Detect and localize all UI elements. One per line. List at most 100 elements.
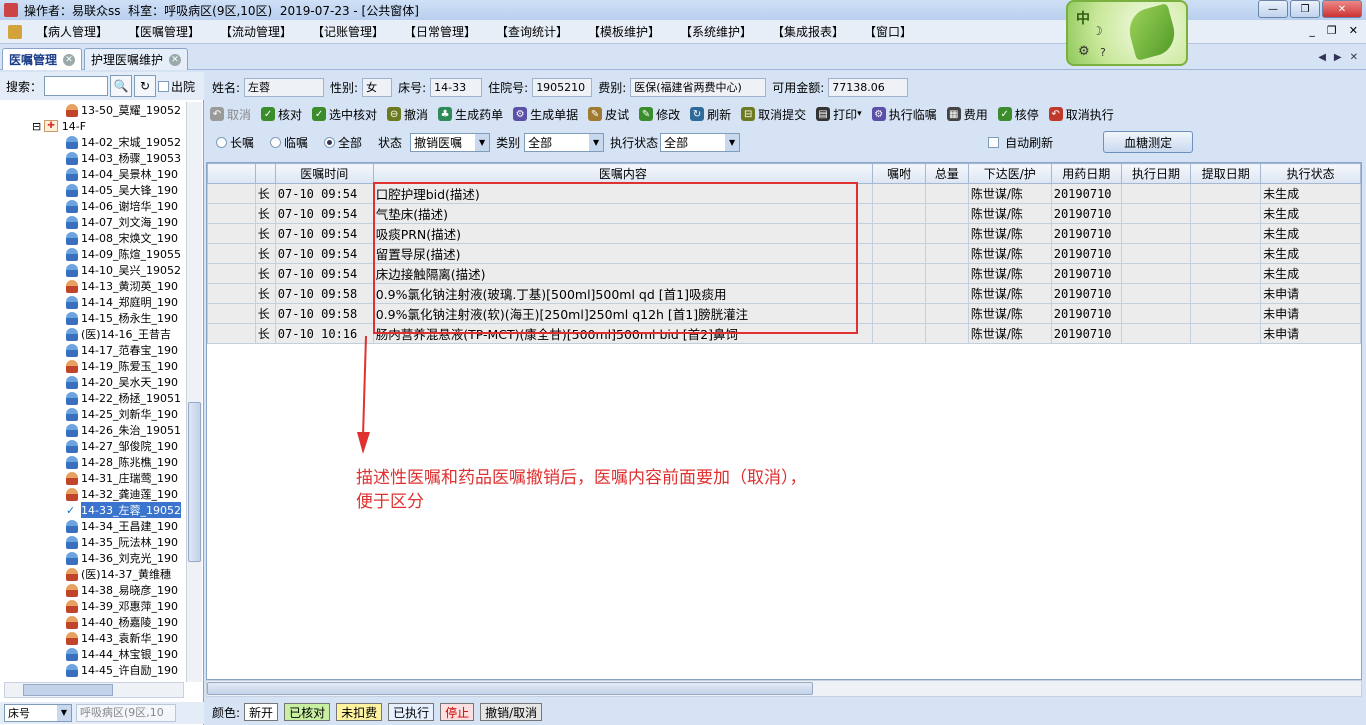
tree-vertical-scrollbar[interactable]	[186, 102, 202, 682]
table-row[interactable]: 长 07-10 09:54 留置导尿(描述) 陈世谋/陈 20190710 未生成	[207, 243, 1361, 264]
toolbar-button[interactable]: ♣ 生成药单	[438, 106, 503, 123]
bed-sort-select[interactable]: 床号 ▼	[4, 704, 72, 722]
patient-node[interactable]: 14-06_谢培华_190	[66, 198, 178, 214]
chevron-down-icon[interactable]: ▼	[725, 133, 740, 151]
patient-node[interactable]: 14-36_刘克光_190	[66, 550, 178, 566]
all-radio[interactable]	[324, 136, 336, 148]
tab-close-icon[interactable]: ✕	[1350, 52, 1358, 63]
patient-node[interactable]: 14-34_王昌建_190	[66, 518, 178, 534]
toolbar-button[interactable]: ↻ 刷新	[690, 106, 731, 123]
table-row[interactable]: 长 07-10 09:54 吸痰PRN(描述) 陈世谋/陈 20190710 未生成	[207, 223, 1361, 244]
patient-node[interactable]: 14-44_林宝银_190	[66, 646, 178, 662]
table-row[interactable]: 长 07-10 09:54 床边接触隔离(描述) 陈世谋/陈 20190710 未生成	[207, 263, 1361, 284]
table-row[interactable]: 长 07-10 10:16 肠内营养混悬液(TP-MCT)(康全甘)[500ml]5…	[207, 323, 1361, 344]
row-selector[interactable]	[207, 243, 256, 264]
patient-node[interactable]: 14-26_朱治_19051	[66, 422, 181, 438]
status-select[interactable]: 撤销医嘱 ▼	[410, 132, 491, 152]
close-icon[interactable]: ✕	[169, 53, 182, 66]
mdi-close-button[interactable]: ✕	[1349, 24, 1358, 37]
toolbar-button[interactable]: ⚙ 生成单据	[513, 106, 578, 123]
patient-node[interactable]: 14-02_宋城_19052	[66, 134, 181, 150]
patient-node[interactable]: 14-07_刘文海_190	[66, 214, 178, 230]
close-button[interactable]: ✕	[1322, 0, 1362, 18]
column-header[interactable]: 提取日期	[1190, 163, 1262, 184]
patient-node[interactable]: ✓ 14-33_左蓉_19052	[66, 502, 181, 518]
mdi-minimize-button[interactable]: _	[1309, 24, 1315, 37]
toolbar-button[interactable]: ↶ 取消执行	[1048, 106, 1114, 123]
chevron-down-icon[interactable]: ▼	[57, 705, 71, 721]
patient-node[interactable]: 14-35_阮法林_190	[66, 534, 178, 550]
toolbar-button[interactable]: ↶ 取消	[210, 106, 251, 123]
toolbar-button[interactable]: ✎ 皮试	[588, 106, 629, 123]
long-term-radio[interactable]	[216, 136, 227, 148]
patient-node[interactable]: 14-08_宋焕文_190	[66, 230, 178, 246]
patient-node[interactable]: 14-38_易晓彦_190	[66, 582, 178, 598]
patient-node[interactable]: 14-15_杨永生_190	[66, 310, 178, 326]
menu-window[interactable]: 【窗口】	[864, 23, 956, 40]
tab-prev-icon[interactable]: ◀	[1318, 52, 1326, 63]
toolbar-button[interactable]: ⚙ 执行临嘱	[871, 106, 937, 123]
toolbar-button[interactable]: ▤ 打印 ▾	[816, 106, 862, 123]
tree-horizontal-scrollbar[interactable]	[4, 682, 184, 698]
auto-refresh-checkbox[interactable]	[988, 136, 1000, 148]
patient-node[interactable]: 14-43_袁新华_190	[66, 630, 178, 646]
column-header[interactable]	[207, 163, 256, 184]
patient-node[interactable]: 14-05_吴大锋_190	[66, 182, 178, 198]
menu-template[interactable]: 【模板维护】	[588, 23, 680, 40]
patient-node[interactable]: (医)14-37_黄维穗	[66, 566, 171, 582]
table-row[interactable]: 长 07-10 09:54 口腔护理bid(描述) 陈世谋/陈 20190710 未生成	[207, 183, 1361, 204]
menu-reports[interactable]: 【集成报表】	[772, 23, 864, 40]
table-row[interactable]: 长 07-10 09:58 0.9%氯化钠注射液(玻璃.丁基)[500ml]500m…	[207, 283, 1361, 304]
scrollbar-thumb[interactable]	[188, 402, 201, 562]
table-row[interactable]: 长 07-10 09:54 气垫床(描述) 陈世谋/陈 20190710 未生成	[207, 203, 1361, 224]
row-selector[interactable]	[207, 323, 256, 344]
refresh-icon[interactable]: ↻	[134, 75, 157, 97]
patient-node[interactable]: 14-25_刘新华_190	[66, 406, 178, 422]
row-selector[interactable]	[207, 183, 256, 204]
chevron-down-icon[interactable]: ▼	[475, 133, 490, 151]
patient-node[interactable]: 13-50_莫耀_19052	[66, 102, 181, 118]
chevron-down-icon[interactable]: ▾	[857, 109, 862, 119]
column-header[interactable]: 嘱咐	[872, 163, 926, 184]
tab-nursing-orders[interactable]: 护理医嘱维护 ✕	[84, 48, 189, 70]
table-row[interactable]: 长 07-10 09:58 0.9%氯化钠注射液(软)(海王)[250ml]250m…	[207, 303, 1361, 324]
toolbar-button[interactable]: ✎ 修改	[639, 106, 680, 123]
patient-node[interactable]: 14-39_邓惠萍_190	[66, 598, 178, 614]
moon-icon[interactable]: ☽	[1092, 24, 1103, 38]
scrollbar-thumb[interactable]	[23, 684, 113, 696]
patient-node[interactable]: 14-03_杨骤_19053	[66, 150, 181, 166]
patient-node[interactable]: 14-22_杨拯_19051	[66, 390, 181, 406]
discharged-checkbox[interactable]	[158, 80, 170, 92]
patient-node[interactable]: 14-32_龚迪莲_190	[66, 486, 178, 502]
input-method-widget[interactable]: 中 ☽ ⚙ ?	[1066, 0, 1188, 66]
tree-group[interactable]: ⊟ ✚ 14-F	[32, 118, 86, 134]
type-select[interactable]: 全部 ▼	[524, 132, 605, 152]
patient-node[interactable]: 14-14_郑庭明_190	[66, 294, 178, 310]
patient-node[interactable]: 14-09_陈煊_19055	[66, 246, 181, 262]
row-selector[interactable]	[207, 263, 256, 284]
patient-node[interactable]: (医)14-16_王昔吉	[66, 326, 171, 342]
column-header[interactable]: 执行状态	[1260, 163, 1361, 184]
menu-app-icon[interactable]	[8, 24, 22, 39]
collapse-icon[interactable]: ⊟	[32, 120, 41, 133]
search-icon[interactable]: 🔍	[110, 75, 133, 97]
menu-billing[interactable]: 【记账管理】	[312, 23, 404, 40]
row-selector[interactable]	[207, 283, 256, 304]
patient-node[interactable]: 14-40_杨嘉陵_190	[66, 614, 178, 630]
patient-node[interactable]: 14-17_范春宝_190	[66, 342, 178, 358]
toolbar-button[interactable]: ⊟ 取消提交	[741, 106, 806, 123]
temporary-radio[interactable]	[270, 136, 282, 148]
column-header[interactable]: 医嘱时间	[274, 163, 374, 184]
patient-node[interactable]: 14-04_吴景林_190	[66, 166, 178, 182]
ward-select[interactable]: 呼吸病区(9区,10	[76, 704, 176, 722]
scrollbar-thumb[interactable]	[207, 682, 813, 695]
menu-flow[interactable]: 【流动管理】	[220, 23, 312, 40]
patient-node[interactable]: 14-20_吴水天_190	[66, 374, 178, 390]
chevron-down-icon[interactable]: ▼	[589, 133, 604, 151]
blood-glucose-button[interactable]: 血糖测定	[1103, 131, 1194, 153]
row-selector[interactable]	[207, 223, 256, 244]
menu-orders[interactable]: 【医嘱管理】	[128, 23, 220, 40]
help-icon[interactable]: ?	[1100, 46, 1106, 59]
column-header[interactable]: 总量	[924, 163, 969, 184]
tab-order-management[interactable]: 医嘱管理 ✕	[2, 48, 83, 70]
